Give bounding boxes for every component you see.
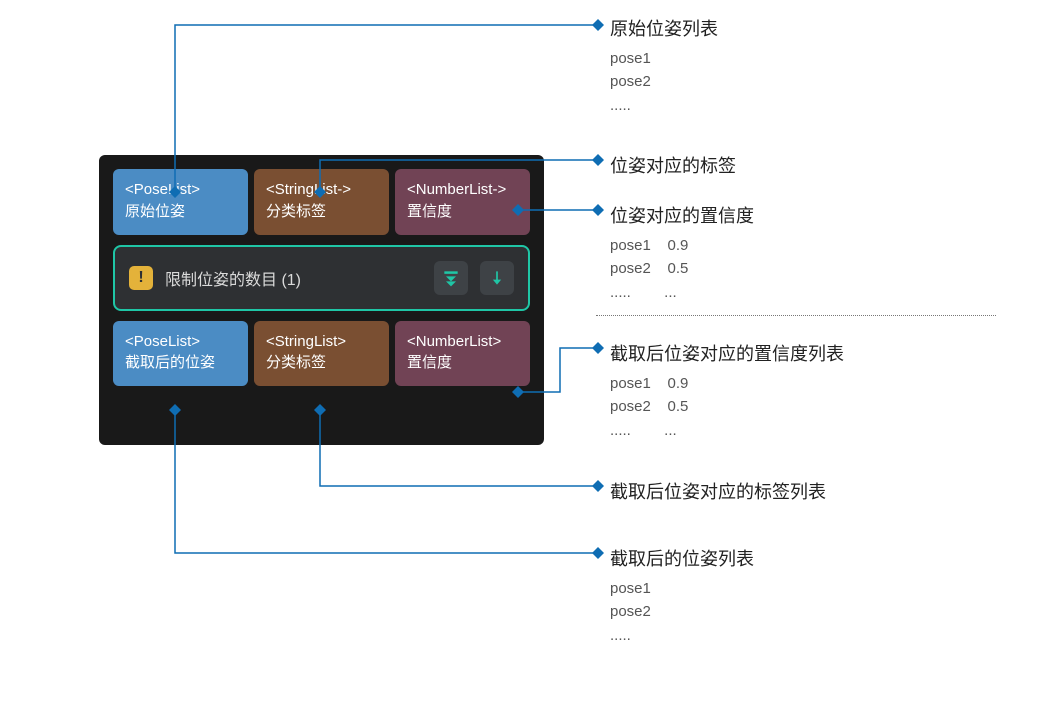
arrow-down-icon[interactable] [480, 261, 514, 295]
annotation-title: 截取后的位姿列表 [610, 545, 754, 571]
input-port-row: <PoseList> 原始位姿 <StringList-> 分类标签 <Numb… [113, 169, 530, 235]
annotation-title: 截取后位姿对应的标签列表 [610, 478, 826, 504]
expand-down-icon[interactable] [434, 261, 468, 295]
output-port-numberlist[interactable]: <NumberList> 置信度 [395, 321, 530, 387]
input-port-poselist[interactable]: <PoseList> 原始位姿 [113, 169, 248, 235]
annotation-line: pose1 0.9 [610, 372, 844, 395]
port-type: <PoseList> [125, 179, 236, 201]
annotation-input-pose: 原始位姿列表 pose1 pose2 ..... [610, 15, 718, 117]
port-label: 原始位姿 [125, 201, 236, 223]
annotation-line: ..... ... [610, 419, 844, 442]
port-type: <NumberList-> [407, 179, 518, 201]
annotation-title: 原始位姿列表 [610, 15, 718, 41]
output-port-stringlist[interactable]: <StringList> 分类标签 [254, 321, 389, 387]
input-port-numberlist[interactable]: <NumberList-> 置信度 [395, 169, 530, 235]
port-type: <PoseList> [125, 331, 236, 353]
annotation-title: 位姿对应的标签 [610, 152, 736, 178]
port-type: <StringList-> [266, 179, 377, 201]
annotation-line: ..... ... [610, 281, 754, 304]
node-panel: <PoseList> 原始位姿 <StringList-> 分类标签 <Numb… [99, 155, 544, 445]
port-label: 分类标签 [266, 352, 377, 374]
separator-line [596, 315, 996, 316]
port-label: 分类标签 [266, 201, 377, 223]
annotation-line: pose2 0.5 [610, 395, 844, 418]
output-port-row: <PoseList> 截取后的位姿 <StringList> 分类标签 <Num… [113, 321, 530, 387]
input-port-stringlist[interactable]: <StringList-> 分类标签 [254, 169, 389, 235]
warning-icon: ! [129, 266, 153, 290]
annotation-line: pose2 [610, 600, 754, 623]
port-type: <StringList> [266, 331, 377, 353]
annotation-line: pose1 0.9 [610, 234, 754, 257]
annotation-title: 位姿对应的置信度 [610, 202, 754, 228]
output-port-poselist[interactable]: <PoseList> 截取后的位姿 [113, 321, 248, 387]
annotation-line: pose1 [610, 47, 718, 70]
annotation-output-conf: 截取后位姿对应的置信度列表 pose1 0.9 pose2 0.5 ..... … [610, 340, 844, 442]
port-type: <NumberList> [407, 331, 518, 353]
step-bar[interactable]: ! 限制位姿的数目 (1) [113, 245, 530, 311]
annotation-line: pose2 [610, 70, 718, 93]
step-label: 限制位姿的数目 (1) [165, 266, 422, 290]
annotation-line: pose2 0.5 [610, 257, 754, 280]
annotation-output-pose: 截取后的位姿列表 pose1 pose2 ..... [610, 545, 754, 647]
annotation-line: ..... [610, 94, 718, 117]
annotation-input-label: 位姿对应的标签 [610, 152, 736, 184]
annotation-line: pose1 [610, 577, 754, 600]
annotation-title: 截取后位姿对应的置信度列表 [610, 340, 844, 366]
annotation-line: ..... [610, 624, 754, 647]
port-label: 置信度 [407, 201, 518, 223]
annotation-input-conf: 位姿对应的置信度 pose1 0.9 pose2 0.5 ..... ... [610, 202, 754, 304]
port-label: 置信度 [407, 352, 518, 374]
annotation-output-label: 截取后位姿对应的标签列表 [610, 478, 826, 510]
port-label: 截取后的位姿 [125, 352, 236, 374]
